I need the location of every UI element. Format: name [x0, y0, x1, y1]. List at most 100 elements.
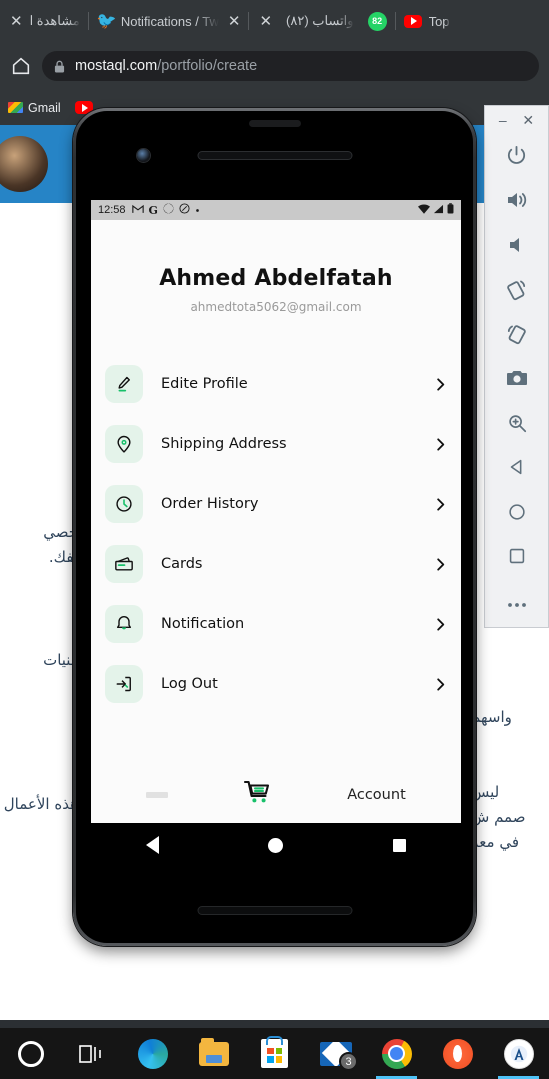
browser-tab-4[interactable]: Top — [396, 0, 458, 42]
volume-up-icon[interactable] — [494, 178, 539, 222]
profile-email: ahmedtota5062@gmail.com — [190, 300, 362, 314]
lock-icon — [54, 60, 65, 73]
page-text-left-4: هذه الأعمال — [3, 795, 78, 813]
status-notification-icons: G — [131, 203, 200, 217]
menu-item-notification[interactable]: Notification — [105, 594, 447, 654]
globe-icon — [163, 203, 174, 217]
browser-toolbar: mostaql.com/portfolio/create — [0, 42, 549, 90]
google-icon: G — [148, 203, 158, 217]
taskbar-chrome[interactable] — [366, 1028, 427, 1079]
location-pin-icon — [105, 425, 143, 463]
home-icon — [146, 792, 169, 798]
gmail-icon — [131, 204, 144, 217]
menu-item-label: Notification — [161, 616, 245, 632]
wifi-icon — [418, 204, 430, 217]
chevron-right-icon — [434, 497, 447, 511]
app-account-screen: Ahmed Abdelfatah ahmedtota5062@gmail.com — [91, 220, 461, 823]
page-text-right-3: صمم ش — [471, 808, 526, 826]
page-text-right-1: واسهم — [471, 708, 512, 726]
browser-tab-2[interactable]: 🐦 Notifications / Tw ✕ — [89, 0, 249, 42]
wallet-icon — [105, 545, 143, 583]
start-icon — [17, 1040, 44, 1067]
bottom-nav-cart[interactable] — [243, 779, 273, 812]
zoom-icon[interactable] — [494, 401, 539, 445]
menu-item-cards[interactable]: Cards — [105, 534, 447, 594]
volume-down-icon[interactable] — [494, 223, 539, 267]
android-navigation-bar — [91, 823, 461, 867]
taskbar-microsoft-store[interactable] — [244, 1028, 305, 1079]
menu-item-order-history[interactable]: Order History — [105, 474, 447, 534]
taskbar-mail[interactable]: 3 — [305, 1028, 366, 1079]
chevron-right-icon — [434, 377, 447, 391]
mail-badge: 3 — [339, 1052, 358, 1071]
home-icon[interactable] — [494, 490, 539, 534]
close-icon[interactable]: ✕ — [257, 14, 272, 29]
close-icon[interactable]: ✕ — [226, 14, 241, 29]
android-emulator-device: 12:58 G Ahmed Abdelfatah ahmedtota5062@g… — [73, 108, 476, 946]
whatsapp-icon: 82 — [367, 11, 387, 31]
tab-title: مشاهدة ا — [29, 13, 80, 28]
taskbar-file-explorer[interactable] — [183, 1028, 244, 1079]
bottom-nav-account[interactable]: Account — [347, 787, 406, 803]
address-bar[interactable]: mostaql.com/portfolio/create — [42, 51, 539, 81]
chevron-right-icon — [434, 557, 447, 571]
edge-icon — [137, 1038, 168, 1069]
earpiece-grille — [197, 151, 352, 160]
task-view-button[interactable] — [61, 1028, 122, 1079]
clock-icon — [105, 485, 143, 523]
store-grid — [267, 1047, 282, 1063]
status-time: 12:58 — [98, 204, 126, 216]
task-view-icon — [78, 1044, 105, 1064]
menu-item-edit-profile[interactable]: Edite Profile — [105, 354, 447, 414]
overview-icon[interactable] — [494, 534, 539, 578]
rotate-right-icon[interactable] — [494, 312, 539, 356]
opera-icon — [442, 1038, 473, 1069]
menu-item-label: Shipping Address — [161, 436, 287, 452]
screen-root: خصي يفك. فنيات هذه الأعمال واسهم ليس صمم… — [0, 0, 549, 1079]
close-icon[interactable]: ✕ — [522, 113, 534, 127]
battery-icon — [447, 203, 454, 217]
menu-item-label: Cards — [161, 556, 203, 572]
power-icon[interactable] — [494, 134, 539, 178]
browser-tab-1[interactable]: مشاهدة ا ✕ — [0, 0, 88, 42]
emulator-window-buttons: – ✕ — [485, 106, 548, 134]
taskbar-android-studio[interactable] — [488, 1028, 549, 1079]
profile-name: Ahmed Abdelfatah — [159, 266, 393, 291]
menu-item-log-out[interactable]: Log Out — [105, 654, 447, 714]
profile-header: Ahmed Abdelfatah ahmedtota5062@gmail.com — [91, 220, 461, 314]
pencil-icon — [105, 365, 143, 403]
twitter-icon: 🐦 — [96, 12, 117, 30]
logout-icon — [105, 665, 143, 703]
chrome-icon — [381, 1038, 412, 1069]
back-icon[interactable] — [494, 445, 539, 489]
app-bottom-navigation: Account — [91, 767, 461, 823]
close-icon[interactable]: ✕ — [8, 14, 23, 29]
bottom-speaker-grille — [197, 906, 352, 915]
menu-item-shipping-address[interactable]: Shipping Address — [105, 414, 447, 474]
circle-icon — [179, 203, 190, 217]
top-speaker — [248, 120, 301, 127]
android-status-bar: 12:58 G — [91, 200, 461, 220]
recents-icon[interactable] — [393, 838, 407, 852]
more-icon[interactable] — [494, 583, 539, 627]
bookmark-gmail[interactable]: Gmail — [8, 101, 61, 115]
device-screen: 12:58 G Ahmed Abdelfatah ahmedtota5062@g… — [91, 200, 461, 823]
status-system-icons — [418, 203, 454, 217]
browser-tab-3[interactable]: 82 واتساب (٨٢) ✕ — [249, 0, 394, 42]
rotate-left-icon[interactable] — [494, 267, 539, 311]
start-button[interactable] — [0, 1028, 61, 1079]
home-icon[interactable] — [268, 837, 284, 853]
minimize-icon[interactable]: – — [499, 113, 507, 127]
taskbar-edge[interactable] — [122, 1028, 183, 1079]
android-studio-icon — [503, 1038, 534, 1069]
taskbar-opera[interactable] — [427, 1028, 488, 1079]
bell-icon — [105, 605, 143, 643]
bottom-nav-home[interactable] — [146, 792, 169, 798]
back-icon[interactable] — [145, 836, 159, 854]
url-path: /portfolio/create — [157, 58, 258, 74]
chevron-right-icon — [434, 437, 447, 451]
bottom-nav-label: Account — [347, 787, 406, 803]
camera-icon[interactable] — [494, 356, 539, 400]
home-icon[interactable] — [10, 55, 32, 77]
menu-item-label: Log Out — [161, 676, 218, 692]
